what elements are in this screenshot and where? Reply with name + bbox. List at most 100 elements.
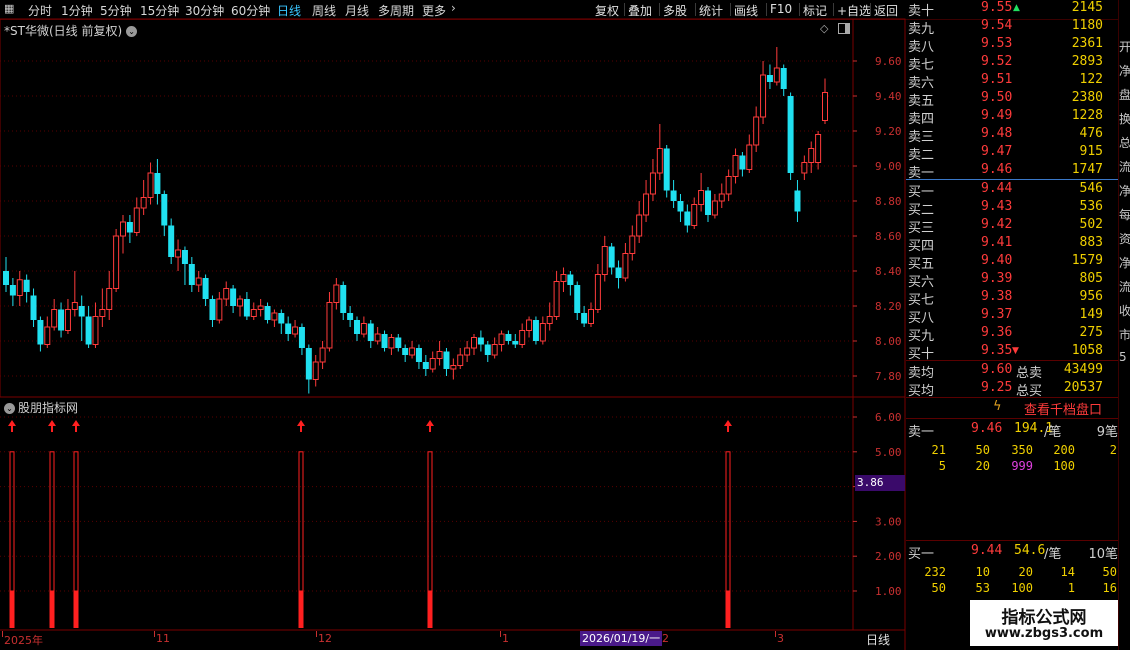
order-buy-row: 买一 9.44 546 [908,181,1103,200]
candle [113,229,120,292]
order-price[interactable]: 9.55 [981,0,1012,15]
candle [340,281,347,320]
order-price[interactable]: 9.43 [981,199,1012,214]
candle [636,201,643,243]
candle [395,334,402,352]
order-volume: 502 [1079,217,1103,232]
candle [698,173,705,212]
candle [58,302,65,338]
candle [298,323,305,355]
down-triangle-icon: ▼ [1012,346,1019,356]
right-strip-label: 盘 [1119,88,1130,102]
indicator-tick-label: 6.00 [875,411,902,424]
signal-marker [48,420,56,628]
candle [422,355,429,376]
thousand-level-link[interactable]: 查看千档盘口 [1024,399,1102,418]
candle [553,271,560,320]
order-level-name: 买一 [908,185,935,200]
order-price[interactable]: 9.49 [981,108,1012,123]
order-price[interactable]: 9.44 [981,181,1012,196]
candle [450,358,457,380]
stock-title: *ST华微(日线 前复权) [4,24,123,38]
date-tick [2,631,3,637]
order-price[interactable]: 9.35 [981,343,1012,358]
diamond-icon[interactable]: ◇ [820,22,828,35]
candle [526,316,533,338]
candle [51,299,58,331]
bid-ask-divider [906,179,1120,180]
order-volume: 476 [1079,126,1103,141]
right-strip-label: 每 [1119,208,1130,222]
candle [388,334,395,355]
candle [257,299,264,317]
queue-order-size: 200 [1053,443,1075,457]
order-price[interactable]: 9.36 [981,325,1012,340]
date-tick [500,631,501,637]
candle [237,295,243,317]
order-volume: 2893 [1071,54,1103,69]
signal-marker [8,420,16,628]
candle [705,187,711,222]
right-strip-label: 净 [1119,64,1130,78]
chevron-down-icon[interactable]: ⌄ [4,403,15,414]
order-price[interactable]: 9.42 [981,217,1012,232]
queue-label: 卖一 [908,425,935,440]
queue-unit: /笔 [1044,425,1062,440]
lightning-icon: ϟ [993,399,1002,414]
order-level-name: 买三 [908,221,935,236]
order-price[interactable]: 9.39 [981,271,1012,286]
candle [126,215,133,243]
order-price[interactable]: 9.53 [981,36,1012,51]
candle [753,106,760,152]
order-price[interactable]: 9.41 [981,235,1012,250]
up-arrow-icon [724,420,732,432]
date-tick [154,631,155,637]
order-price[interactable]: 9.48 [981,126,1012,141]
candle [574,281,581,320]
watermark-title: 指标公式网 [1001,608,1087,628]
candle [133,197,140,236]
order-price[interactable]: 9.54 [981,18,1012,33]
chart-title: *ST华微(日线 前复权) ⌄ [4,22,138,39]
chevron-down-icon[interactable]: ⌄ [126,26,138,37]
queue-count: 10笔 [1088,547,1118,562]
window-icon[interactable] [838,23,850,34]
candle [484,341,491,362]
order-volume: 122 [1079,72,1103,87]
order-price[interactable]: 9.38 [981,289,1012,304]
candle [677,194,684,222]
signal-marker [724,420,732,628]
candle [732,148,739,184]
order-price[interactable]: 9.46 [981,162,1012,177]
candle [71,271,78,317]
period-label[interactable]: 日线 [866,631,890,648]
order-price[interactable]: 9.47 [981,144,1012,159]
candle [622,243,629,282]
order-volume: 1058 [1071,343,1103,358]
right-strip-label: 市 [1119,328,1130,342]
order-level-name: 买八 [908,311,935,326]
date-tick-label: 2 [662,632,669,645]
order-price[interactable]: 9.37 [981,307,1012,322]
order-price[interactable]: 9.50 [981,90,1012,105]
candle [37,316,44,352]
order-price[interactable]: 9.52 [981,54,1012,69]
order-sell-row: 卖八 9.53 2361 [908,36,1103,55]
candle [209,295,216,327]
candle [120,215,126,254]
order-level-name: 买九 [908,329,935,344]
candle [360,316,367,338]
queue-order-size: 14 [1060,565,1075,579]
order-buy-row: 买六 9.39 805 [908,271,1103,290]
candle [92,302,99,348]
indicator-tick-label: 1.00 [875,585,902,598]
order-price[interactable]: 9.51 [981,72,1012,87]
order-level-name: 买六 [908,275,935,290]
price-tick-label: 7.80 [875,370,902,383]
candle [415,344,422,369]
candle [3,257,9,292]
date-tick [316,631,317,637]
up-triangle-icon: ▲ [1013,3,1020,13]
order-price[interactable]: 9.40 [981,253,1012,268]
candle [312,355,319,387]
